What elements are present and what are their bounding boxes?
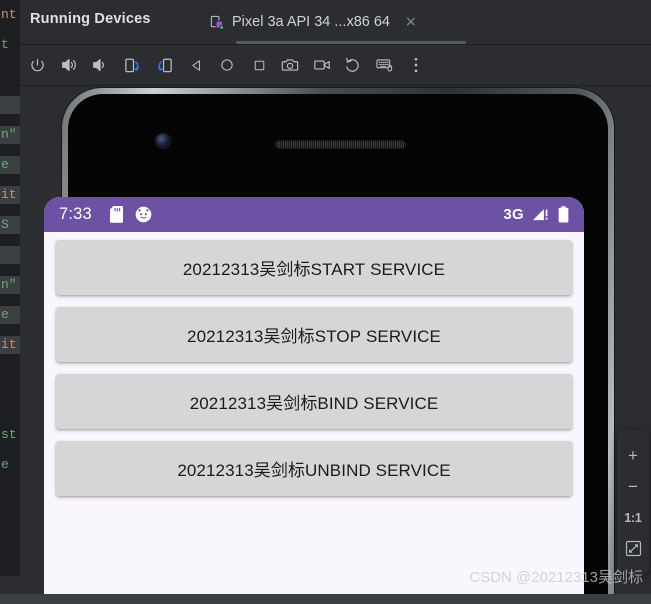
cat-app-icon: [135, 206, 152, 223]
power-button[interactable]: [25, 53, 49, 77]
code-line[interactable]: n": [0, 276, 20, 294]
bind-service-button[interactable]: 20212313吴剑标BIND SERVICE: [56, 374, 572, 429]
code-line[interactable]: nt: [0, 6, 20, 24]
speaker-grille-icon: [275, 140, 406, 149]
network-type-label: 3G: [503, 206, 524, 223]
toolbar-divider: [20, 85, 651, 86]
zoom-out-button[interactable]: −: [617, 471, 649, 502]
fit-to-screen-button[interactable]: [617, 533, 649, 564]
tab-active-underline: [236, 41, 466, 44]
rotate-right-button[interactable]: [152, 53, 176, 77]
rotate-left-button[interactable]: [120, 53, 144, 77]
code-line[interactable]: it: [0, 186, 20, 204]
hardware-input-button[interactable]: [372, 53, 396, 77]
window-bottom-bar: [0, 594, 651, 604]
close-icon[interactable]: ×: [405, 15, 417, 29]
bind-service-label: 20212313吴剑标BIND SERVICE: [189, 394, 439, 413]
back-button[interactable]: [184, 53, 208, 77]
signal-warning-icon: [532, 207, 550, 222]
device-toolbar: [20, 45, 651, 85]
code-line[interactable]: e: [0, 156, 20, 174]
front-camera-icon: [156, 134, 170, 148]
device-emulator-icon: [210, 15, 225, 30]
page-title: Running Devices: [30, 11, 151, 27]
stop-service-button[interactable]: 20212313吴剑标STOP SERVICE: [56, 307, 572, 362]
screenshot-button[interactable]: [278, 53, 302, 77]
running-devices-window: nt t n" e it Sn" e it st e Running Devices Pixel …: [0, 0, 651, 604]
code-line[interactable]: [0, 366, 20, 384]
device-screen[interactable]: 7:33 3G 20212313吴剑标START SERVICE 2021231…: [44, 197, 584, 604]
record-button[interactable]: [310, 53, 334, 77]
emulator-device-view[interactable]: 7:33 3G 20212313吴剑标START SERVICE 2021231…: [20, 86, 651, 604]
actual-size-button[interactable]: 1:1: [617, 502, 649, 533]
status-time: 7:33: [59, 205, 92, 223]
start-service-button[interactable]: 20212313吴剑标START SERVICE: [56, 240, 572, 295]
code-editor-strip[interactable]: nt t n" e it Sn" e it st e: [0, 0, 20, 604]
history-button[interactable]: [341, 53, 365, 77]
code-line[interactable]: S: [0, 216, 20, 234]
status-right-icons: 3G: [503, 206, 569, 223]
home-button[interactable]: [215, 53, 239, 77]
code-line[interactable]: [0, 246, 20, 264]
code-line[interactable]: e: [0, 306, 20, 324]
code-line[interactable]: n": [0, 126, 20, 144]
android-status-bar: 7:33 3G: [44, 197, 584, 232]
tool-window-header: Running Devices Pixel 3a API 34 ...x86 6…: [20, 0, 651, 44]
volume-down-button[interactable]: [88, 53, 112, 77]
code-line[interactable]: st: [0, 426, 20, 444]
service-button-list: 20212313吴剑标START SERVICE 20212313吴剑标STOP…: [44, 232, 584, 496]
unbind-service-label: 20212313吴剑标UNBIND SERVICE: [177, 461, 451, 480]
code-line[interactable]: it: [0, 336, 20, 354]
start-service-label: 20212313吴剑标START SERVICE: [182, 260, 446, 279]
code-line[interactable]: [0, 96, 20, 114]
more-options-button[interactable]: [404, 53, 428, 77]
tab-pixel-3a-emulator[interactable]: Pixel 3a API 34 ...x86 64 ×: [202, 4, 425, 40]
code-line[interactable]: e: [0, 456, 20, 474]
tab-label: Pixel 3a API 34 ...x86 64: [232, 14, 390, 30]
code-line[interactable]: [0, 396, 20, 414]
battery-full-icon: [558, 206, 569, 223]
volume-up-button[interactable]: [57, 53, 81, 77]
status-left-icons: [109, 206, 152, 223]
unbind-service-button[interactable]: 20212313吴剑标UNBIND SERVICE: [56, 441, 572, 496]
code-line[interactable]: [0, 486, 20, 504]
code-line[interactable]: t: [0, 36, 20, 54]
overview-button[interactable]: [247, 53, 271, 77]
stop-service-label: 20212313吴剑标STOP SERVICE: [187, 327, 441, 346]
sd-card-icon: [109, 206, 123, 223]
code-line[interactable]: [0, 66, 20, 84]
zoom-controls-panel: + − 1:1: [617, 430, 649, 574]
zoom-in-button[interactable]: +: [617, 440, 649, 471]
